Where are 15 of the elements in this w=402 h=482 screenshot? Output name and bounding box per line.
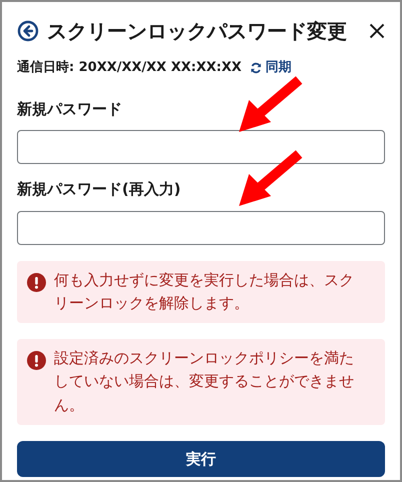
back-icon[interactable] [17, 20, 39, 42]
warning-icon [27, 272, 46, 292]
dialog-title: スクリーンロックパスワード変更 [47, 18, 347, 45]
alert-text: 設定済みのスクリーンロックポリシーを満たしていない場合は、変更することができません。 [54, 348, 355, 416]
sync-timestamp: 通信日時: 20XX/XX/XX XX:XX:XX [17, 59, 242, 77]
warning-icon [27, 351, 46, 370]
field-label: 新規パスワード [17, 98, 123, 120]
field-label: 新規パスワード(再入力) [17, 179, 182, 200]
alert-text: 何も入力せずに変更を実行した場合は、スクリーンロックを解除します。 [54, 270, 355, 314]
execute-button[interactable]: 実行 [17, 440, 385, 477]
sync-link[interactable]: 同期 [266, 58, 292, 78]
password-field[interactable] [17, 130, 385, 164]
close-icon[interactable] [369, 23, 385, 39]
sync-icon[interactable] [250, 62, 262, 74]
password-field[interactable] [17, 210, 385, 244]
